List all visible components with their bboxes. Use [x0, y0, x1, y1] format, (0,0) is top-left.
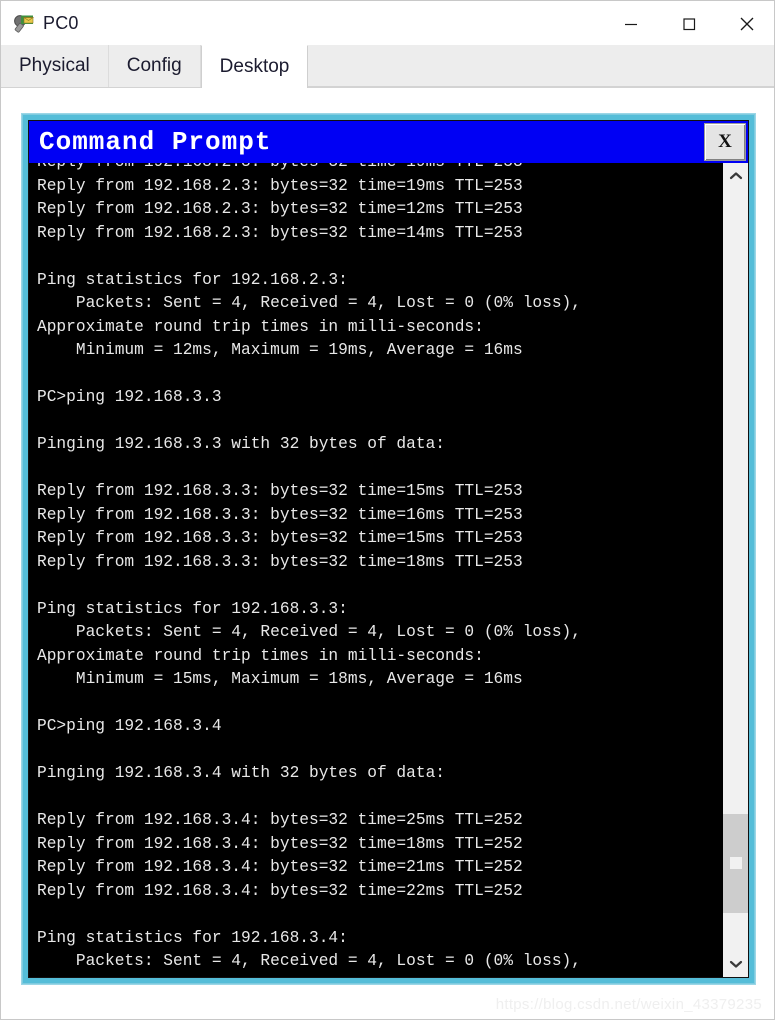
command-prompt-close-label: X [718, 131, 732, 152]
close-button[interactable] [718, 1, 774, 46]
tab-config[interactable]: Config [108, 45, 201, 87]
close-icon [740, 17, 754, 30]
window-titlebar: PC0 [1, 1, 774, 46]
down-chevron-icon [729, 960, 742, 968]
up-chevron-icon [729, 172, 742, 180]
tab-physical[interactable]: Physical [1, 45, 109, 87]
minimize-button[interactable] [602, 1, 660, 46]
maximize-icon [683, 17, 696, 30]
titlebar-left-group: PC0 [1, 13, 602, 35]
scrollbar-down-button[interactable] [723, 951, 748, 977]
window-title: PC0 [43, 13, 79, 33]
terminal-area: Reply from 192.168.2.3: bytes=32 time=19… [29, 163, 748, 977]
tab-config-label: Config [126, 55, 182, 76]
tabstrip-filler [308, 45, 774, 87]
command-prompt-window: Command Prompt X Reply from 192.168.2.3:… [28, 120, 749, 978]
scrollbar-thumb[interactable] [723, 813, 748, 913]
scrollbar-thumb-grip [729, 857, 742, 870]
command-prompt-title: Command Prompt [39, 127, 272, 157]
terminal-output[interactable]: Reply from 192.168.2.3: bytes=32 time=19… [29, 163, 722, 977]
terminal-scrollbar[interactable] [722, 163, 748, 977]
command-prompt-frame: Command Prompt X Reply from 192.168.2.3:… [21, 113, 756, 985]
packet-tracer-pc-icon [13, 13, 35, 35]
scrollbar-track[interactable] [723, 189, 748, 951]
tabstrip: Physical Config Desktop [1, 45, 774, 88]
tab-physical-label: Physical [19, 55, 90, 76]
tab-desktop-label: Desktop [219, 56, 290, 77]
pc0-window: PC0 Physical Config Desktop Command Prom… [0, 0, 775, 1020]
command-prompt-close-button[interactable]: X [704, 123, 746, 161]
command-prompt-titlebar: Command Prompt X [29, 121, 748, 163]
scrollbar-up-button[interactable] [723, 163, 748, 189]
minimize-icon [625, 23, 637, 25]
tab-desktop[interactable]: Desktop [200, 45, 309, 88]
maximize-button[interactable] [660, 1, 718, 46]
window-controls [602, 1, 774, 46]
